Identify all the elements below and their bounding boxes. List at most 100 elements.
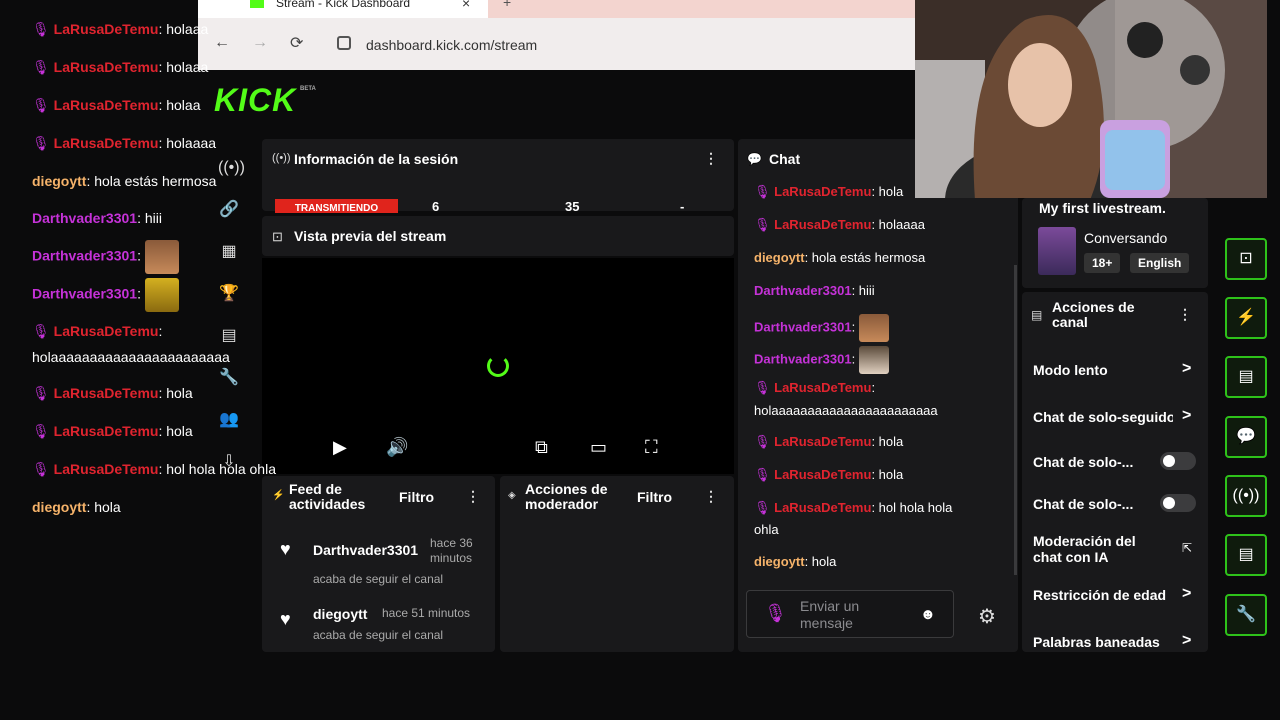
fullscreen-icon[interactable]: ⛶ — [645, 437, 658, 458]
action-followers-only[interactable]: Chat de solo-seguidores — [1033, 409, 1173, 425]
address-bar[interactable]: dashboard.kick.com/stream — [366, 37, 537, 53]
overlay-text: : holaa — [158, 97, 201, 113]
chat-toggle-button[interactable]: 💬 — [1225, 416, 1267, 458]
overlay-username: LaRusaDeTemu — [53, 97, 159, 113]
broadcast-icon[interactable]: ((•)) — [218, 157, 245, 179]
chat-text: : holaaaa — [871, 217, 925, 232]
preview-toggle-button[interactable]: ⊡ — [1225, 238, 1267, 280]
forward-button[interactable]: → — [252, 34, 268, 52]
feed-filter-button[interactable]: Filtro — [399, 489, 434, 505]
back-button[interactable]: ← — [214, 34, 230, 52]
external-link-icon[interactable]: ⇱ — [1182, 541, 1192, 555]
chevron-right-icon[interactable]: > — [1182, 632, 1191, 650]
preview-title: Vista previa del stream — [294, 228, 447, 244]
session-menu-icon[interactable]: ⋮ — [704, 150, 718, 167]
chat-username[interactable]: LaRusaDeTemu — [774, 380, 871, 395]
overlay-chat-message: diegoytt: hola — [32, 498, 121, 516]
chat-username[interactable]: LaRusaDeTemu — [774, 434, 871, 449]
session-toggle-button[interactable]: ((•)) — [1225, 475, 1267, 517]
mic-icon: 🎙 — [32, 461, 50, 477]
chat-username[interactable]: LaRusaDeTemu — [774, 184, 871, 199]
loading-spinner-icon — [487, 355, 509, 377]
actions-toggle-button[interactable]: ▤ — [1225, 534, 1267, 576]
moderator-menu-icon[interactable]: ⋮ — [704, 488, 718, 505]
session-title: Información de la sesión — [294, 151, 459, 167]
overlay-text: : hol hola hola ohla — [158, 461, 276, 477]
new-tab-icon[interactable]: + — [503, 0, 511, 10]
chat-username[interactable]: Darthvader3301 — [754, 283, 852, 298]
chat-username[interactable]: LaRusaDeTemu — [774, 217, 871, 232]
action-banned-words[interactable]: Palabras baneadas — [1033, 634, 1160, 650]
emoji-icon[interactable]: ☻ — [920, 606, 936, 623]
site-settings-icon[interactable] — [337, 36, 351, 50]
chat-username[interactable]: diegoytt — [754, 554, 805, 569]
chat-username[interactable]: LaRusaDeTemu — [774, 500, 871, 515]
chevron-right-icon[interactable]: > — [1182, 360, 1191, 378]
overlay-text: holaaaaaaaaaaaaaaaaaaaaaaa — [32, 349, 230, 365]
chart-icon[interactable]: ▦ — [218, 241, 240, 263]
feed-icon: ⚡ — [272, 490, 285, 501]
chat-bubble-icon: 💬 — [747, 152, 762, 166]
gear-icon[interactable]: ⚙ — [978, 604, 996, 629]
dog-emote-icon — [858, 314, 889, 342]
chevron-right-icon[interactable]: > — [1182, 585, 1191, 603]
overlay-text: : — [137, 285, 141, 302]
tab-strip — [488, 0, 915, 18]
stream-category[interactable]: Conversando — [1084, 230, 1167, 246]
feed-item-name[interactable]: diegoytt — [313, 606, 367, 622]
pip-icon[interactable]: ⧉ — [535, 437, 548, 458]
action-age-restriction[interactable]: Restricción de edad — [1033, 587, 1173, 603]
webcam-feed — [915, 0, 1267, 198]
heart-icon: ♥ — [280, 539, 291, 559]
chat-username[interactable]: diegoytt — [754, 250, 805, 265]
feed-item-name[interactable]: Darthvader3301 — [313, 542, 418, 558]
chat-username[interactable]: Darthvader3301 — [754, 351, 852, 366]
emote-only-toggle[interactable] — [1160, 494, 1196, 512]
overlay-chat-message: 🎙 LaRusaDeTemu: hola — [32, 422, 193, 440]
wrench-icon[interactable]: 🔧 — [218, 367, 240, 389]
action-subs-only: Chat de solo-... — [1033, 454, 1134, 470]
tab-close-icon[interactable]: × — [462, 0, 470, 11]
mic-icon: 🎙 — [754, 467, 771, 482]
users-icon[interactable]: 👥 — [218, 409, 240, 431]
stream-title[interactable]: My first livestream. — [1039, 200, 1166, 216]
action-slow-mode[interactable]: Modo lento — [1033, 362, 1108, 378]
chat-text: : — [871, 380, 876, 395]
chevron-right-icon[interactable]: > — [1182, 407, 1191, 425]
chat-scrollbar[interactable] — [1014, 265, 1017, 575]
category-thumbnail[interactable] — [1038, 227, 1076, 275]
mic-icon: 🎙 — [754, 184, 771, 199]
theater-icon[interactable]: ▭ — [590, 437, 607, 458]
notes-toggle-button[interactable]: ▤ — [1225, 356, 1267, 398]
moderator-filter-button[interactable]: Filtro — [637, 489, 672, 505]
chat-username[interactable]: LaRusaDeTemu — [774, 467, 871, 482]
overlay-username: LaRusaDeTemu — [53, 423, 159, 439]
session-stat-followers: 35 — [565, 199, 580, 214]
overlay-text: : holaaa — [158, 59, 209, 75]
screen: Stream - Kick Dashboard × + ← → ⟳ dashbo… — [0, 0, 1280, 720]
kick-logo[interactable]: KICK — [214, 82, 296, 119]
trophy-icon[interactable]: 🏆 — [218, 283, 240, 305]
feed-menu-icon[interactable]: ⋮ — [466, 488, 480, 505]
volume-icon[interactable]: 🔊 — [386, 437, 408, 458]
tab-title: Stream - Kick Dashboard — [276, 0, 411, 10]
link-icon[interactable]: 🔗 — [218, 199, 240, 221]
action-ai-moderation[interactable]: Moderación del chat con IA — [1033, 533, 1153, 565]
subs-only-toggle[interactable] — [1160, 452, 1196, 470]
play-icon[interactable]: ▶ — [333, 437, 347, 458]
chat-text: holaaaaaaaaaaaaaaaaaaaaaaa — [754, 403, 938, 418]
overlay-text: : hola estás hermosa — [86, 173, 217, 189]
wrench-icon[interactable]: 🔧 — [1225, 594, 1267, 636]
mic-icon[interactable]: 🎙 — [764, 603, 787, 624]
overlay-username: Darthvader3301 — [32, 247, 138, 264]
chat-text: : hola — [871, 184, 904, 199]
feed-title: Feed de actividades — [289, 481, 366, 512]
chat-message: Darthvader3301: — [754, 314, 889, 342]
overlay-text: : — [158, 323, 163, 339]
activity-toggle-button[interactable]: ⚡ — [1225, 297, 1267, 339]
heart-icon: ♥ — [280, 609, 291, 629]
channel-actions-menu-icon[interactable]: ⋮ — [1178, 306, 1192, 323]
chat-username[interactable]: Darthvader3301 — [754, 319, 852, 334]
reload-button[interactable]: ⟳ — [290, 33, 303, 53]
media-icon[interactable]: ▤ — [218, 325, 240, 347]
